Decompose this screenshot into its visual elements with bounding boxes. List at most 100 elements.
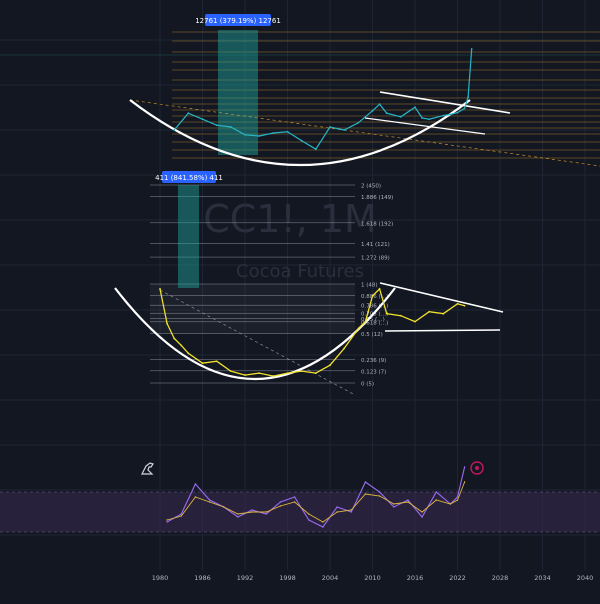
lower-price-point xyxy=(442,312,445,315)
rsi-signal-point xyxy=(456,499,459,501)
upper-price-point xyxy=(399,115,402,118)
rsi-signal-point xyxy=(393,503,395,505)
lower-price-point xyxy=(314,372,317,374)
rsi-signal-point xyxy=(194,496,197,498)
rsi-point xyxy=(208,499,211,501)
rsi-signal-point xyxy=(421,511,423,513)
lower-price-point xyxy=(399,314,402,317)
rsi-point xyxy=(350,511,352,513)
upper-price-point xyxy=(258,135,261,137)
upper-price-point xyxy=(229,126,232,128)
upper-price-point xyxy=(428,118,431,121)
upper-price-point xyxy=(378,103,381,106)
lower-price-point xyxy=(215,360,218,363)
rsi-point xyxy=(421,516,423,518)
watermark-name: Cocoa Futures xyxy=(236,261,364,282)
upper-price-point xyxy=(300,139,303,142)
lower-price-point xyxy=(300,370,303,373)
lower-price-point xyxy=(258,372,261,374)
rsi-signal-point xyxy=(463,481,466,483)
rsi-signal-point xyxy=(265,511,267,513)
rsi-signal-point xyxy=(279,505,282,507)
lower-price-point xyxy=(173,337,176,340)
rsi-point xyxy=(456,496,459,498)
fib-zone-fill xyxy=(150,284,355,334)
fib-level-label: 1 (48) xyxy=(361,283,378,289)
upper-price-point xyxy=(442,114,445,117)
upper-price-point xyxy=(414,106,416,109)
upper-price-point xyxy=(215,124,218,127)
lower-price-point xyxy=(364,320,367,323)
lower-price-point xyxy=(272,375,275,377)
upper-price-point xyxy=(357,121,360,124)
x-tick-label: 1992 xyxy=(237,574,254,582)
upper-price-point xyxy=(187,112,190,115)
rsi-signal-point xyxy=(364,493,367,495)
rsi-point xyxy=(251,509,253,511)
lower-price-point xyxy=(159,288,161,290)
fib-level-label: 2 (450) xyxy=(361,184,381,190)
rsi-band xyxy=(0,492,600,532)
upper-price-point xyxy=(470,48,473,50)
lower-price-point xyxy=(343,347,346,350)
lower-price-point xyxy=(371,294,374,297)
lower-price-point xyxy=(414,320,416,323)
fib-level-label: 0 (5) xyxy=(361,382,374,388)
lower-measure-label: 411 (841.58%) 411 xyxy=(155,174,223,182)
fib-level-label: 0.236 (9) xyxy=(361,358,386,364)
rsi-signal-point xyxy=(208,501,211,503)
lower-price-point xyxy=(180,344,183,347)
x-tick-label: 2040 xyxy=(577,574,594,582)
rsi-point xyxy=(308,519,310,521)
chart-svg: CC1!, 1M Cocoa Futures 2 (450) 1.886 (149… xyxy=(0,0,600,600)
rsi-signal-point xyxy=(350,509,352,511)
rsi-point xyxy=(378,491,381,493)
lower-price-point xyxy=(244,374,246,376)
rsi-point xyxy=(322,526,324,528)
lower-price-point xyxy=(385,312,388,315)
upper-price-point xyxy=(385,112,388,115)
upper-teal-range xyxy=(218,30,258,155)
rsi-signal-point xyxy=(322,521,324,523)
x-tick-label: 2004 xyxy=(322,574,339,582)
rsi-point xyxy=(463,466,466,468)
x-tick-label: 2016 xyxy=(407,574,424,582)
rsi-point xyxy=(336,506,338,508)
fib-level-label: 1.618 (192) xyxy=(361,221,393,227)
x-tick-label: 2022 xyxy=(449,574,466,582)
x-tick-label: 1998 xyxy=(279,574,296,582)
lower-price-point xyxy=(456,302,459,305)
upper-price-point xyxy=(244,133,246,136)
fib-level-label: 0.5 (12) xyxy=(361,332,383,338)
chart-canvas[interactable]: CC1!, 1M Cocoa Futures 2 (450) 1.886 (149… xyxy=(0,0,600,600)
rsi-signal-point xyxy=(223,506,225,508)
lower-teal-range xyxy=(178,185,199,288)
rsi-point xyxy=(393,506,395,508)
lower-wedge-bottom xyxy=(384,329,501,332)
upper-price-point xyxy=(456,111,459,114)
watermark-symbol: CC1!, 1M xyxy=(203,197,377,241)
rsi-point xyxy=(293,496,296,498)
rsi-signal-point xyxy=(180,515,182,517)
rsi-signal-point xyxy=(378,495,381,497)
rsi-point xyxy=(435,491,437,493)
fib-level-label: 1.41 (121) xyxy=(361,242,390,248)
upper-price-point xyxy=(201,118,204,121)
x-tick-label: 2010 xyxy=(364,574,381,582)
upper-price-point xyxy=(463,107,466,110)
rsi-signal-point xyxy=(435,499,437,501)
upper-price-point xyxy=(343,129,346,131)
rsi-signal-point xyxy=(449,503,452,505)
lower-price-point xyxy=(428,310,431,313)
x-tick-label: 1986 xyxy=(194,574,211,582)
upper-price-point xyxy=(421,117,423,119)
upper-price-point xyxy=(173,129,176,131)
upper-price-point xyxy=(371,109,374,112)
lower-price-point xyxy=(229,370,232,373)
lower-price-point xyxy=(463,304,466,307)
rsi-point xyxy=(279,501,282,503)
lower-price-point xyxy=(187,352,190,355)
x-tick-label: 2028 xyxy=(492,574,509,582)
rsi-signal-point xyxy=(293,501,296,503)
x-tick-label: 2034 xyxy=(534,574,551,582)
